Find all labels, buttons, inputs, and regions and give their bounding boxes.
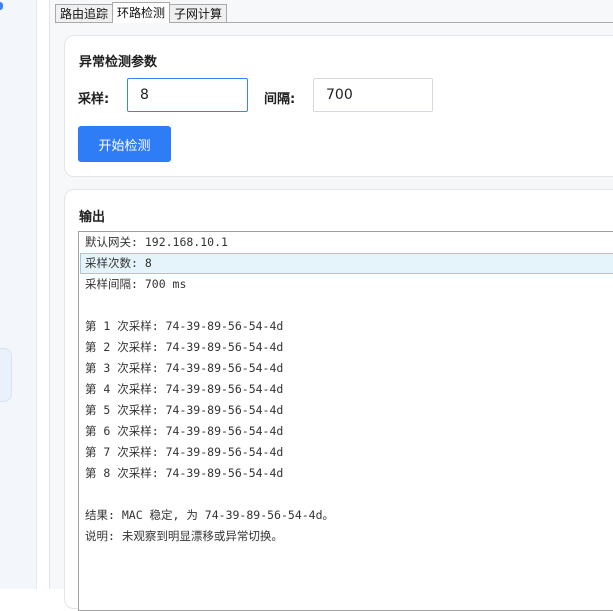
tab-loop-detect[interactable]: 环路检测: [112, 2, 171, 23]
output-line-selected[interactable]: 采样次数: 8: [80, 253, 613, 274]
output-textarea[interactable]: 默认网关: 192.168.10.1 采样次数: 8 采样间隔: 700 ms …: [78, 231, 613, 611]
output-line: 第 2 次采样: 74-39-89-56-54-4d: [85, 340, 284, 354]
params-card: 异常检测参数 采样: 间隔: 开始检测: [64, 35, 613, 177]
samples-input[interactable]: [127, 78, 248, 112]
output-line: 第 1 次采样: 74-39-89-56-54-4d: [85, 319, 284, 333]
output-line: 第 7 次采样: 74-39-89-56-54-4d: [85, 445, 284, 459]
output-line: 第 5 次采样: 74-39-89-56-54-4d: [85, 403, 284, 417]
output-line: 第 6 次采样: 74-39-89-56-54-4d: [85, 424, 284, 438]
interval-input[interactable]: [313, 78, 433, 112]
sidebar-collapsed-item[interactable]: [0, 348, 12, 402]
output-line: 第 3 次采样: 74-39-89-56-54-4d: [85, 361, 284, 375]
output-title: 输出: [79, 210, 106, 225]
tab-route-trace[interactable]: 路由追踪: [55, 4, 114, 23]
output-line: 默认网关: 192.168.10.1: [85, 235, 228, 249]
sidebar-active-indicator: [0, 2, 3, 10]
interval-label: 间隔:: [264, 92, 296, 107]
tab-bar: 路由追踪 环路检测 子网计算: [55, 2, 228, 23]
left-sidebar: [0, 0, 37, 589]
output-line: 第 4 次采样: 74-39-89-56-54-4d: [85, 382, 284, 396]
samples-label: 采样:: [78, 92, 110, 107]
params-title: 异常检测参数: [79, 55, 158, 70]
main-panel: 路由追踪 环路检测 子网计算 异常检测参数 采样: 间隔: 开始检测 输出 默认…: [49, 0, 613, 611]
output-line: 说明: 未观察到明显漂移或异常切换。: [85, 529, 283, 543]
output-line: 采样间隔: 700 ms: [85, 277, 187, 291]
start-detect-button[interactable]: 开始检测: [78, 126, 171, 162]
output-card: 输出 默认网关: 192.168.10.1 采样次数: 8 采样间隔: 700 …: [64, 189, 613, 611]
output-line: 第 8 次采样: 74-39-89-56-54-4d: [85, 466, 284, 480]
output-line: 结果: MAC 稳定, 为 74-39-89-56-54-4d。: [85, 508, 335, 522]
tab-subnet-calc[interactable]: 子网计算: [169, 4, 228, 23]
sidebar-gutter: [37, 0, 49, 589]
